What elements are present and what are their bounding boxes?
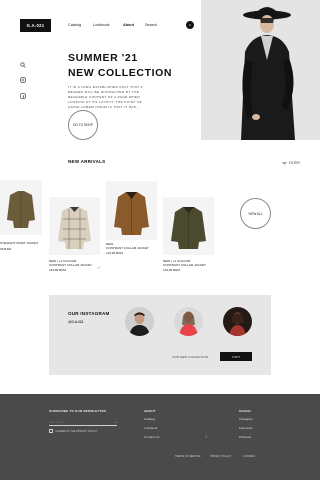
nav-search[interactable]: Search — [145, 23, 157, 27]
product-image — [58, 207, 91, 249]
product-name[interactable]: NEW | +1 COLOUR CONTRAST COLLAR JACKET — [163, 259, 206, 268]
cart-count: 0 — [189, 23, 191, 27]
back-to-top-icon[interactable]: ↑ — [205, 434, 207, 439]
product-name[interactable]: NEW | +1 COLOUR CONTRAST COLLAR JACKET — [49, 259, 92, 268]
product-name[interactable]: NEW CONTRAST COLLAR JACKET — [106, 242, 149, 251]
product-image — [171, 207, 206, 249]
search-icon[interactable] — [20, 55, 26, 68]
social-title: SOCIAL — [239, 409, 252, 413]
hero-title-line1: SUMMER '21 — [68, 52, 138, 64]
product-card[interactable] — [163, 197, 214, 255]
instagram-title: OUR INSTAGRAM — [68, 311, 110, 316]
instagram-handle[interactable]: @G.A.021 — [68, 320, 84, 324]
join-collection-label: JOIN NEW COLLECTION — [172, 355, 209, 359]
model-photo — [201, 0, 320, 140]
footer: SUBSCRIBE TO OUR NEWSLETTER → I AGREE TO… — [0, 394, 320, 480]
view-all-button[interactable]: VIEW ALL — [240, 198, 271, 229]
footer-link-contact[interactable]: Contact Us — [144, 435, 159, 439]
footer-link-instagram[interactable]: Instagram — [239, 417, 253, 421]
post-image — [125, 307, 154, 336]
instagram-post[interactable] — [174, 307, 203, 336]
product-image — [7, 191, 35, 228]
hero-image — [201, 0, 320, 140]
go-to-shop-label: GO TO SHOP — [72, 123, 94, 127]
footer-link-lookbook[interactable]: Lookbook — [144, 426, 157, 430]
privacy-link[interactable]: PRIVACY POLICY — [210, 455, 231, 458]
consent-label: I AGREE TO THE PRIVACY POLICY — [55, 429, 98, 433]
hero-description: IT IS A LONG ESTABLISHED FACT THAT A REA… — [68, 85, 143, 109]
nav-about[interactable]: About — [123, 23, 134, 27]
new-arrivals-title: NEW ARRIVALS — [68, 159, 106, 164]
product-card[interactable] — [49, 197, 100, 255]
logo[interactable]: G.A.021 — [20, 19, 51, 32]
post-image — [223, 307, 252, 336]
hero-title-line2: NEW COLLECTION — [68, 67, 173, 79]
submit-arrow-icon[interactable]: → — [114, 419, 118, 424]
newsletter-title: SUBSCRIBE TO OUR NEWSLETTER — [49, 409, 107, 413]
instagram-post[interactable] — [125, 307, 154, 336]
instagram-section: OUR INSTAGRAM @G.A.021 JOIN NEW COLLECTI… — [49, 295, 271, 375]
post-image — [174, 307, 203, 336]
about-title: ABOUT — [144, 409, 156, 413]
nav-lookbook[interactable]: Lookbook — [93, 23, 109, 27]
footer-link-facebook[interactable]: Facebook — [239, 426, 253, 430]
product-name[interactable]: STRAIGHT PRINT JACKET — [0, 241, 38, 245]
consent-checkbox[interactable] — [49, 429, 53, 433]
product-price: 119,99 BAM — [106, 251, 123, 255]
link-arrow-icon[interactable]: ↗ — [97, 266, 100, 270]
product-image — [114, 192, 149, 235]
go-to-shop-button[interactable]: GO TO SHOP — [68, 110, 98, 140]
footer-link-pinterest[interactable]: Pinterest — [239, 435, 251, 439]
filter-button[interactable]: FILTER — [282, 161, 300, 165]
product-card[interactable] — [106, 181, 157, 240]
filter-icon — [282, 161, 287, 165]
email-input[interactable] — [49, 418, 117, 426]
facebook-icon[interactable] — [20, 86, 26, 99]
filter-label: FILTER — [289, 161, 300, 165]
nav-catalog[interactable]: Catalog — [68, 23, 81, 27]
cart-button[interactable]: 0 — [186, 21, 194, 29]
view-all-label: VIEW ALL — [248, 211, 263, 216]
product-card[interactable] — [0, 180, 42, 235]
product-price: 25 BAM — [0, 247, 12, 251]
cookies-link[interactable]: COOKIES — [243, 455, 255, 458]
visit-button[interactable]: VISIT — [220, 352, 252, 361]
instagram-post[interactable] — [223, 307, 252, 336]
terms-link[interactable]: TERMS OF SERVICE — [175, 455, 200, 458]
instagram-icon[interactable] — [20, 70, 26, 83]
product-price: 119,99 BAM — [49, 268, 66, 272]
product-price: 119,99 BAM — [163, 268, 180, 272]
footer-link-catalog[interactable]: Catalog — [144, 417, 155, 421]
